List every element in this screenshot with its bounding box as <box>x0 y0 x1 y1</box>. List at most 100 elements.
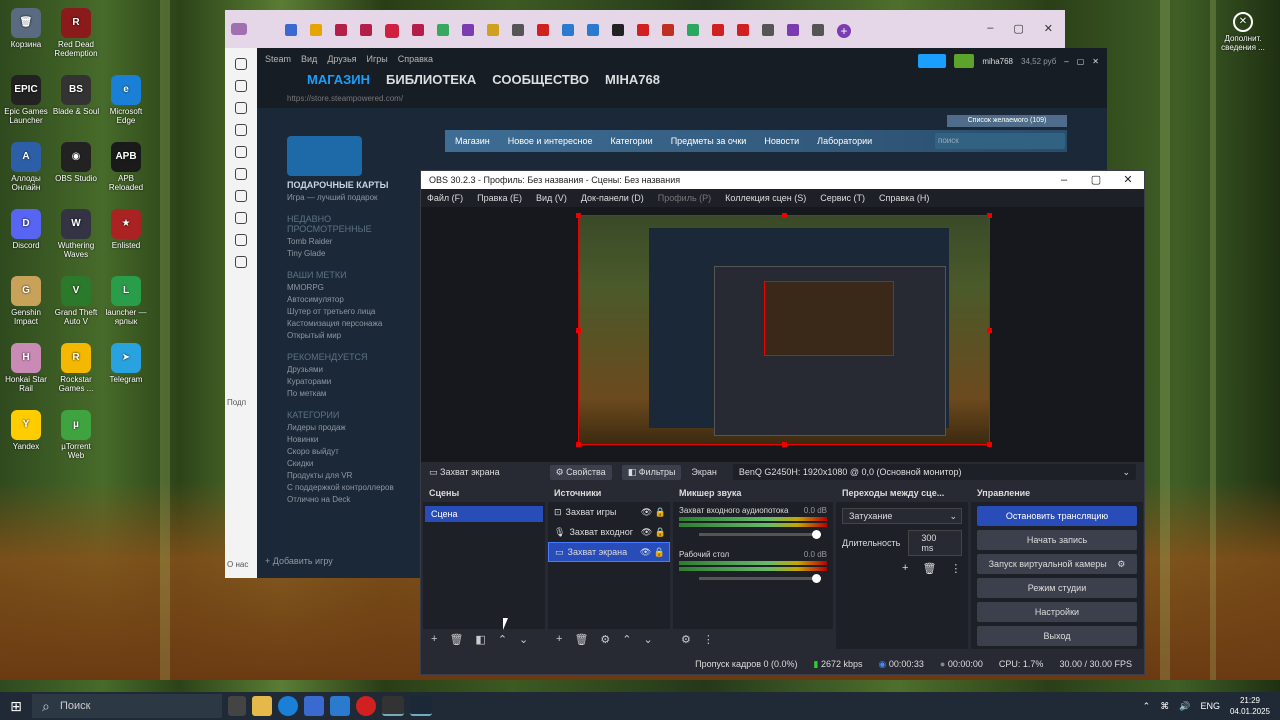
tag-item[interactable]: Кастомизация персонажа <box>287 319 407 328</box>
desktop-icon[interactable]: Llauncher — ярлык <box>102 276 150 326</box>
exit-button[interactable]: Выход <box>977 626 1137 646</box>
trash-icon[interactable]: 🗑 <box>574 633 588 646</box>
add-icon[interactable]: + <box>556 633 562 645</box>
recommended-item[interactable]: Кураторами <box>287 377 407 386</box>
yandex-icon[interactable] <box>356 696 376 716</box>
source-item[interactable]: ⊡ Захват игры 👁 🔒 <box>548 502 670 522</box>
resize-handle[interactable] <box>576 328 581 333</box>
desktop-icon[interactable]: BS Blade & Soul <box>52 75 100 116</box>
bookmark-icon[interactable] <box>537 24 549 36</box>
tag-item[interactable]: Открытый мир <box>287 331 407 340</box>
obs-menu-item[interactable]: Правка (E) <box>477 193 522 203</box>
category-item[interactable]: Новинки <box>287 435 407 444</box>
desktop-icon[interactable]: W Wuthering Waves <box>52 209 100 259</box>
gear-icon[interactable]: ⚙ <box>1117 559 1125 569</box>
monitor-select[interactable]: BenQ G2450H: 1920x1080 @ 0,0 (Основной м… <box>732 464 1136 480</box>
settings-button[interactable]: Настройки <box>977 602 1137 622</box>
category-item[interactable]: Лидеры продаж <box>287 423 407 432</box>
category-item[interactable]: Отлично на Deck <box>287 495 407 504</box>
bookmark-icon[interactable] <box>662 24 674 36</box>
bookmark-icon[interactable] <box>285 24 297 36</box>
music-icon[interactable] <box>235 168 247 180</box>
obs-preview[interactable] <box>421 207 1144 462</box>
recent-item[interactable]: Tomb Raider <box>287 237 407 246</box>
steam-menu-item[interactable]: Steam <box>265 54 291 64</box>
bookmark-icon[interactable] <box>512 24 524 36</box>
down-icon[interactable]: ⌄ <box>519 633 528 646</box>
filter-icon[interactable]: ◧ <box>475 633 485 646</box>
close-icon[interactable]: ✕ <box>1092 57 1099 66</box>
volume-icon[interactable]: 🔊 <box>1179 701 1190 712</box>
desktop-icon-info[interactable]: ✕ Дополнит. сведения ... <box>1212 12 1274 52</box>
steam-tab[interactable]: MIHA768 <box>605 72 660 87</box>
virtual-camera-button[interactable]: Запуск виртуальной камеры ⚙ <box>977 554 1137 574</box>
steam-tab[interactable]: БИБЛИОТЕКА <box>386 72 476 87</box>
desktop-icon[interactable]: e Microsoft Edge <box>102 75 150 125</box>
desktop-icon[interactable]: V Grand Theft Auto V <box>52 276 100 326</box>
visibility-icon[interactable]: 👁 🔒 <box>640 522 666 542</box>
add-icon[interactable]: + <box>902 562 908 575</box>
steam-menu-item[interactable]: Игры <box>367 54 388 64</box>
steam-taskbar-icon[interactable] <box>410 696 432 716</box>
bookmark-icon[interactable] <box>812 24 824 36</box>
steam-tab[interactable]: СООБЩЕСТВО <box>492 72 589 87</box>
bookmark-icon[interactable] <box>385 24 399 38</box>
resize-handle[interactable] <box>987 213 992 218</box>
resize-handle[interactable] <box>782 213 787 218</box>
desktop-icon[interactable]: ★ Enlisted <box>102 209 150 250</box>
gear-icon[interactable]: ⚙ <box>600 633 610 646</box>
home-icon[interactable] <box>235 58 247 70</box>
bookmark-icon[interactable] <box>587 24 599 36</box>
steam-menu-item[interactable]: Вид <box>301 54 317 64</box>
store-nav-item[interactable]: Лаборатории <box>817 136 872 146</box>
up-icon[interactable]: ⌃ <box>498 633 507 646</box>
desktop-icon[interactable]: D Discord <box>2 209 50 250</box>
steam-username[interactable]: miha768 <box>982 57 1013 66</box>
list-icon[interactable] <box>235 102 247 114</box>
close-icon[interactable]: ✕ <box>1112 171 1144 189</box>
bookmark-icon[interactable] <box>637 24 649 36</box>
preview-source[interactable] <box>576 213 992 447</box>
pay-icon[interactable] <box>235 190 247 202</box>
transition-select[interactable]: Затухание ⌄ <box>842 508 962 524</box>
steam-menu-item[interactable]: Справка <box>398 54 433 64</box>
language-indicator[interactable]: ENG <box>1200 701 1220 711</box>
steam-url[interactable]: https://store.steampowered.com/ <box>287 94 403 103</box>
radio-icon[interactable] <box>235 146 247 158</box>
edge-icon[interactable] <box>278 696 298 716</box>
chevron-up-icon[interactable]: ⌃ <box>1143 701 1151 712</box>
store-nav-item[interactable]: Категории <box>610 136 652 146</box>
bookmark-icon[interactable] <box>487 24 499 36</box>
volume-slider[interactable] <box>699 574 821 583</box>
menu-icon[interactable]: ⋮ <box>703 633 714 646</box>
desktop-icon[interactable]: APB APB Reloaded <box>102 142 150 192</box>
bookmark-icon[interactable] <box>712 24 724 36</box>
desktop-icon[interactable]: µ µTorrent Web <box>52 410 100 460</box>
store-nav-item[interactable]: Предметы за очки <box>671 136 747 146</box>
mail-icon[interactable] <box>330 696 350 716</box>
minimize-icon[interactable]: – <box>1048 171 1080 189</box>
recent-item[interactable]: Tiny Glade <box>287 249 407 258</box>
bookmark-icon[interactable] <box>787 24 799 36</box>
obs-menu-item[interactable]: Док-панели (D) <box>581 193 644 203</box>
source-item-selected[interactable]: ▭ Захват экрана 👁 🔒 <box>548 542 670 562</box>
start-button[interactable]: ⊞ <box>0 698 32 715</box>
tag-item[interactable]: MMORPG <box>287 283 407 292</box>
visibility-icon[interactable]: 👁 🔒 <box>640 502 666 522</box>
broadcast-button[interactable] <box>918 54 947 68</box>
obs-menu-item[interactable]: Вид (V) <box>536 193 567 203</box>
bookmark-icon[interactable] <box>310 24 322 36</box>
close-icon[interactable]: ✕ <box>1044 22 1053 35</box>
bookmark-icon[interactable] <box>762 24 774 36</box>
store-nav-item[interactable]: Магазин <box>455 136 490 146</box>
resize-handle[interactable] <box>576 442 581 447</box>
bookmark-icon[interactable] <box>360 24 372 36</box>
desktop-icon[interactable]: 🗑 Корзина <box>2 8 50 49</box>
filters-button[interactable]: ◧ Фильтры <box>621 464 682 480</box>
gear-icon[interactable]: ⚙ <box>681 633 691 646</box>
taskbar-search[interactable]: Поиск <box>32 694 222 718</box>
recommended-item[interactable]: По меткам <box>287 389 407 398</box>
bookmark-icon[interactable] <box>687 24 699 36</box>
desktop-icon[interactable]: EPIC Epic Games Launcher <box>2 75 50 125</box>
desktop-icon[interactable]: ◉ OBS Studio <box>52 142 100 183</box>
